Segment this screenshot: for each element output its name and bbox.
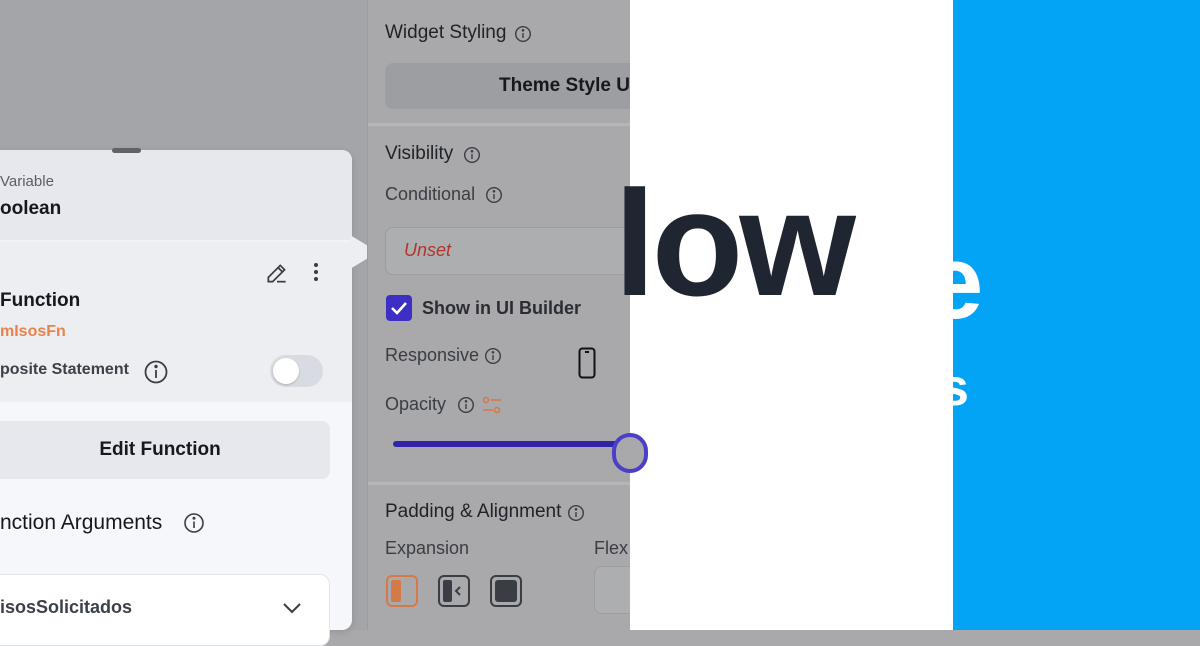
logo-blue-text-small: s (940, 359, 969, 417)
logo-blue-text-large: e (925, 224, 984, 341)
section-divider (368, 123, 630, 126)
responsive-label: Responsive (385, 345, 480, 365)
function-name: mIsosFn (0, 323, 66, 340)
expansion-default-icon (391, 580, 401, 602)
expansion-label: Expansion (385, 538, 470, 558)
function-arguments-title: nction Arguments (0, 511, 163, 534)
info-icon[interactable] (463, 146, 481, 164)
info-icon[interactable] (567, 504, 585, 522)
logo-wordmark: low (614, 159, 856, 327)
expansion-flexible-button[interactable] (438, 575, 470, 607)
sliders-icon[interactable] (481, 394, 503, 416)
flex-label: Flex (594, 538, 629, 558)
info-icon[interactable] (485, 186, 503, 204)
phone-icon[interactable] (578, 347, 596, 379)
info-icon[interactable] (183, 512, 205, 534)
expansion-flexible-icon (443, 580, 461, 602)
opacity-label: Opacity (385, 394, 447, 414)
theme-style-button-label: Theme Style U (499, 75, 630, 96)
section-divider (368, 482, 630, 485)
info-icon[interactable] (484, 347, 502, 365)
function-label: Function (0, 290, 81, 311)
conditional-label: Conditional (385, 184, 476, 204)
show-in-ui-builder-checkbox[interactable] (386, 295, 412, 321)
variable-popover (0, 150, 352, 630)
more-options-icon[interactable] (306, 260, 326, 286)
widget-styling-title: Widget Styling (385, 22, 507, 43)
variable-type: oolean (0, 198, 62, 219)
expansion-default-button[interactable] (386, 575, 418, 607)
toggle-knob (273, 358, 299, 384)
checkmark-icon (391, 302, 407, 315)
padding-alignment-title: Padding & Alignment (385, 501, 562, 522)
argument-value: isosSolicitados (0, 597, 133, 617)
show-in-ui-builder-label: Show in UI Builder (422, 298, 582, 318)
visibility-title: Visibility (385, 143, 454, 164)
popover-header (0, 150, 352, 242)
expansion-expanded-icon (495, 580, 517, 602)
conditional-value: Unset (404, 240, 452, 260)
info-icon[interactable] (514, 25, 532, 43)
info-icon[interactable] (143, 359, 169, 385)
drag-handle[interactable] (112, 148, 141, 153)
composite-statement-label: posite Statement (0, 361, 129, 378)
opacity-slider-track[interactable] (393, 441, 633, 447)
info-icon[interactable] (457, 396, 475, 414)
variable-label: Variable (0, 173, 54, 190)
edit-icon[interactable] (264, 260, 290, 286)
opacity-slider-thumb[interactable] (612, 433, 648, 473)
edit-function-button[interactable]: Edit Function (0, 421, 330, 479)
chevron-down-icon[interactable] (280, 596, 304, 620)
expansion-expanded-button[interactable] (490, 575, 522, 607)
logo-blue-panel (953, 0, 1200, 630)
